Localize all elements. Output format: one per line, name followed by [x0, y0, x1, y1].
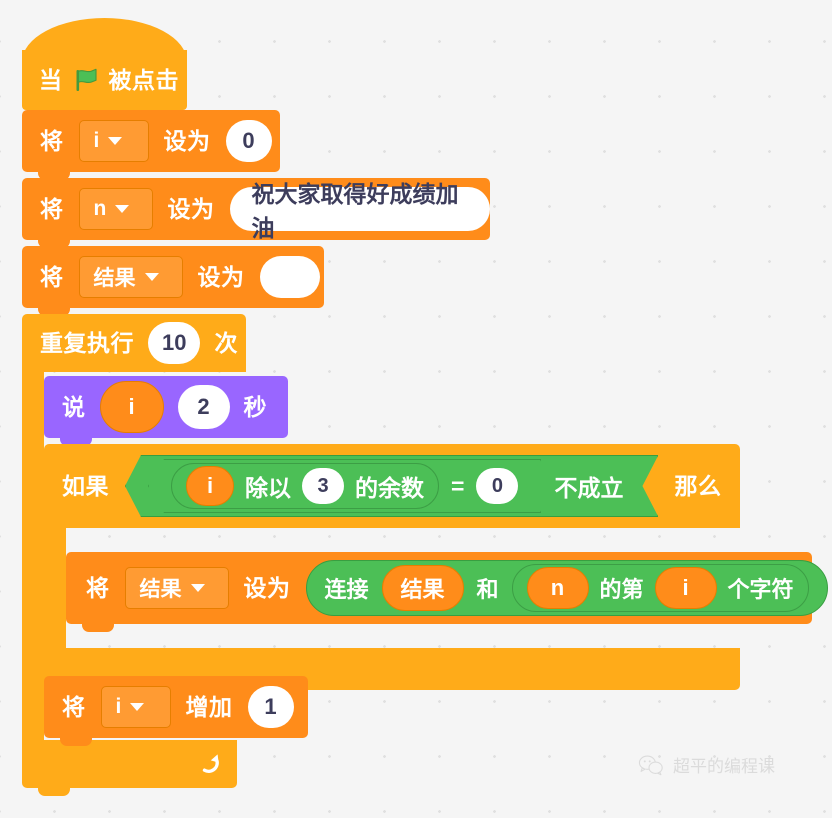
chevron-down-icon — [108, 137, 123, 145]
variable-reporter-i[interactable]: i — [99, 381, 164, 433]
change-by-label: 增加 — [185, 693, 233, 720]
variable-dropdown-i[interactable]: i — [100, 686, 171, 728]
green-flag-icon — [76, 68, 97, 91]
operator-not[interactable]: i 除以 3 的余数 = 0 不成立 — [125, 455, 658, 517]
change-amount-input[interactable]: 1 — [247, 686, 294, 728]
variable-reporter-i[interactable]: i — [654, 567, 717, 609]
variable-dropdown-result[interactable]: 结果 — [78, 256, 183, 298]
block-when-flag-clicked[interactable]: 当 被点击 — [22, 18, 187, 118]
setto-label: 设为 — [163, 127, 211, 154]
variable-reporter-i[interactable]: i — [186, 466, 234, 506]
repeat-label: 重复执行 — [40, 329, 134, 356]
chevron-down-icon — [115, 205, 130, 213]
block-set-variable-n[interactable]: 将 n 设为 祝大家取得好成绩加油 — [22, 178, 490, 248]
repeat-times-label: 次 — [214, 329, 238, 356]
block-set-variable-i[interactable]: 将 i 设为 0 — [22, 110, 280, 180]
repeat-bottom-notch — [38, 788, 70, 796]
if-left-spine — [44, 528, 66, 648]
mod-remainder-label: 的余数 — [355, 475, 424, 501]
seconds-unit-label: 秒 — [243, 393, 267, 420]
variable-dropdown-result[interactable]: 结果 — [124, 567, 229, 609]
letter-of-suffix-label: 个字符 — [727, 577, 794, 602]
setto-label: 设为 — [243, 574, 291, 601]
variable-reporter-n[interactable]: n — [526, 567, 589, 609]
set-verb-label: 将 — [86, 574, 110, 601]
equals-right-input[interactable]: 0 — [476, 468, 518, 504]
hat-content-row: 当 被点击 — [22, 50, 187, 110]
block-bottom-notch — [82, 624, 114, 632]
watermark: 超平的编程课 — [638, 752, 775, 777]
block-change-variable-i[interactable]: 将 i 增加 1 — [44, 676, 308, 746]
variable-reporter-result[interactable]: 结果 — [381, 565, 464, 611]
join-and-label: 和 — [476, 577, 499, 602]
if-label: 如果 — [62, 472, 109, 499]
variable-dropdown-n[interactable]: n — [78, 188, 153, 230]
then-label: 那么 — [674, 472, 722, 499]
block-if-header[interactable]: 如果 i 除以 3 的余数 = 0 不成立 那么 — [44, 444, 740, 528]
set-verb-label: 将 — [40, 127, 64, 154]
repeat-left-spine — [22, 372, 44, 740]
seconds-input[interactable]: 2 — [177, 385, 230, 429]
letter-of-prefix-label: 的第 — [599, 577, 644, 602]
value-input-message[interactable]: 祝大家取得好成绩加油 — [229, 181, 490, 241]
variable-name-label: 结果 — [139, 578, 182, 601]
set-verb-label: 将 — [40, 195, 64, 222]
block-say-for-seconds[interactable]: 说 i 2 秒 — [44, 376, 288, 446]
operator-letter-of[interactable]: n 的第 i 个字符 — [511, 564, 809, 612]
value-input-empty[interactable] — [259, 256, 320, 298]
loop-arrow-icon — [202, 754, 219, 773]
when-label: 当 — [39, 66, 63, 93]
setto-label: 设为 — [167, 195, 215, 222]
mod-divide-label: 除以 — [245, 475, 291, 501]
mod-divisor-input[interactable]: 3 — [302, 468, 344, 504]
chevron-down-icon — [190, 584, 205, 592]
value-input-0[interactable]: 0 — [225, 120, 272, 162]
equals-sign-label: = — [451, 472, 465, 499]
block-repeat-footer[interactable] — [22, 740, 237, 788]
operator-equals[interactable]: i 除以 3 的余数 = 0 — [148, 459, 541, 513]
clicked-label: 被点击 — [108, 66, 179, 93]
chevron-down-icon — [130, 703, 145, 711]
join-label: 连接 — [324, 577, 369, 602]
scratch-blocks-canvas: 当 被点击 将 i 设为 0 将 n 设为 祝大家取得好成绩加油 将 结果 设为… — [0, 0, 832, 818]
block-bottom-notch — [60, 738, 92, 746]
variable-name-label: n — [93, 197, 107, 220]
chevron-down-icon — [144, 273, 159, 281]
not-label: 不成立 — [554, 475, 624, 501]
variable-name-label: i — [115, 695, 122, 718]
operator-mod[interactable]: i 除以 3 的余数 — [171, 463, 439, 509]
wechat-icon — [638, 755, 663, 775]
setto-label: 设为 — [197, 263, 245, 290]
block-repeat-header[interactable]: 重复执行 10 次 — [22, 314, 246, 372]
change-verb-label: 将 — [62, 693, 86, 720]
watermark-text: 超平的编程课 — [673, 757, 775, 777]
say-label: 说 — [62, 393, 86, 420]
block-set-variable-result[interactable]: 将 结果 设为 — [22, 246, 324, 316]
operator-join[interactable]: 连接 结果 和 n 的第 i 个字符 — [305, 560, 828, 616]
variable-dropdown-i[interactable]: i — [78, 120, 149, 162]
repeat-count-input[interactable]: 10 — [148, 322, 201, 364]
variable-name-label: 结果 — [93, 267, 136, 290]
set-verb-label: 将 — [40, 263, 64, 290]
block-set-result-join[interactable]: 将 结果 设为 连接 结果 和 n 的第 i 个字符 — [66, 552, 828, 632]
variable-name-label: i — [93, 129, 100, 152]
